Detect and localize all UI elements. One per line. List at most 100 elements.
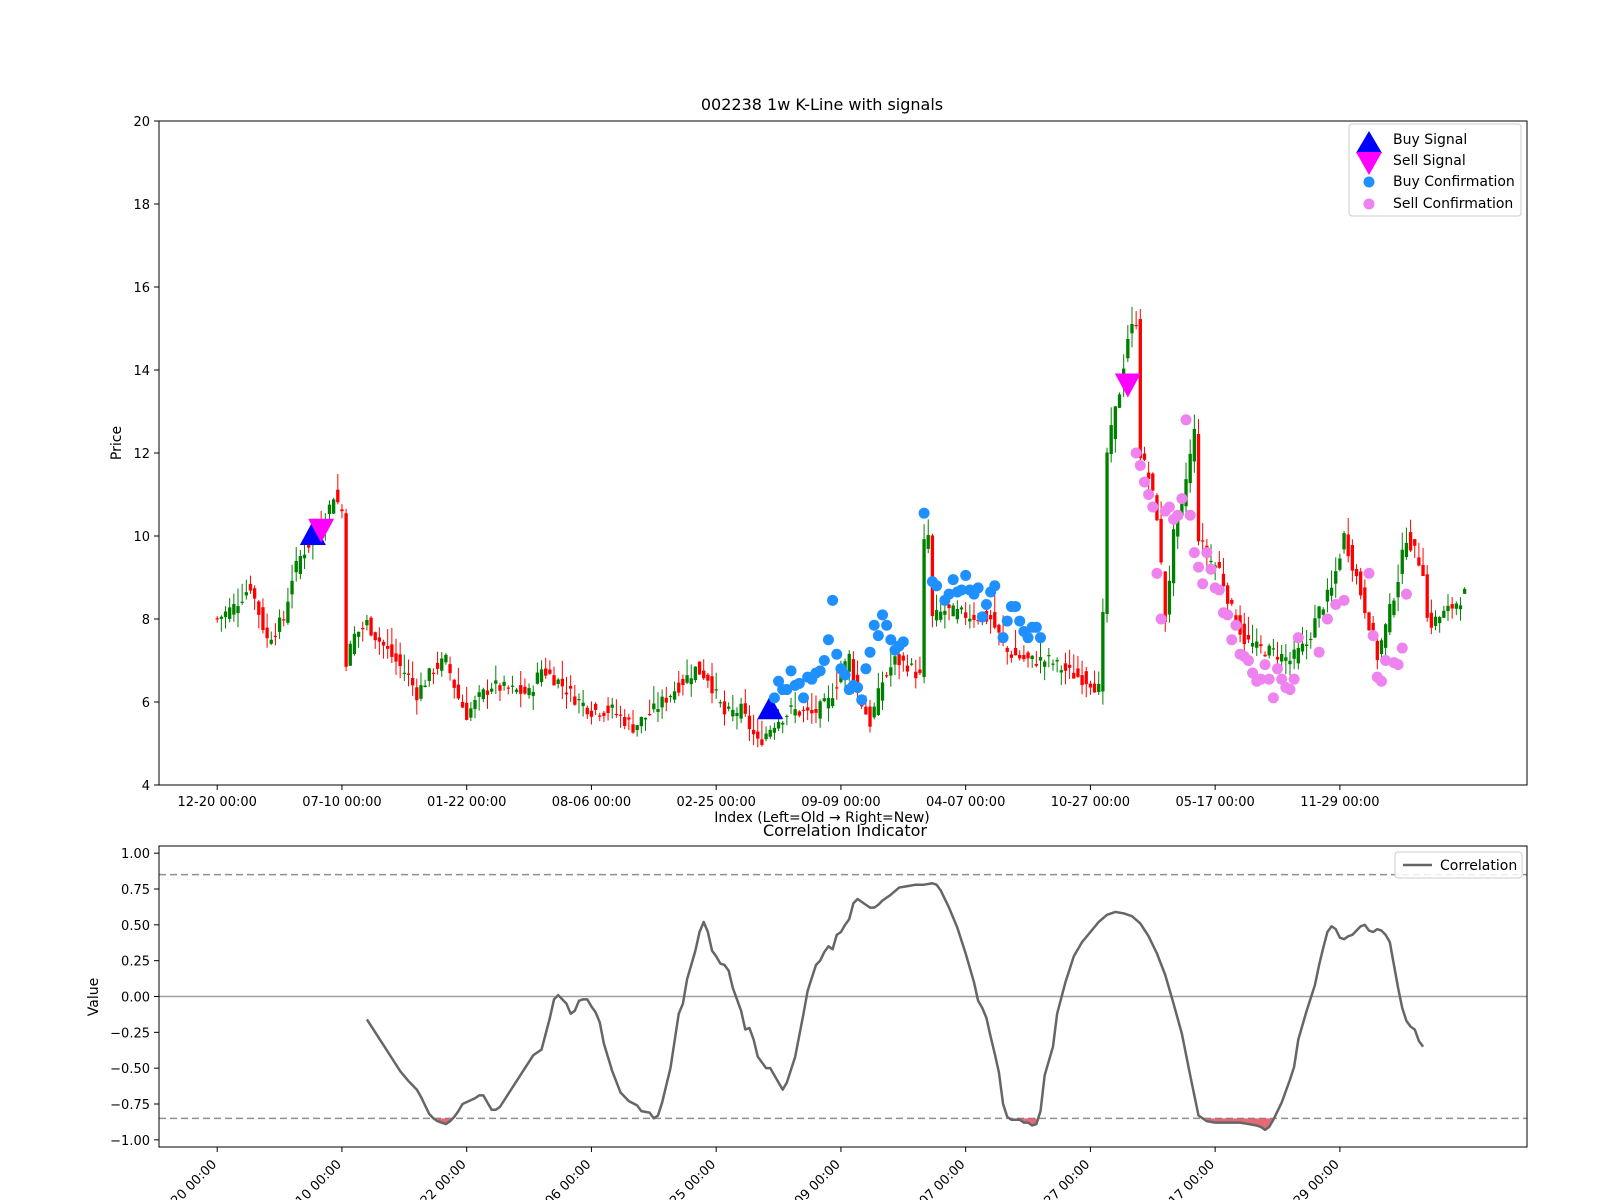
candle-body <box>489 688 494 692</box>
sell-confirmation-point <box>1259 659 1271 671</box>
candle-body <box>560 678 564 687</box>
candle-body <box>997 624 1001 633</box>
sell-confirmation-point <box>1375 675 1387 687</box>
candle-body <box>947 604 951 609</box>
candle-body <box>797 711 802 716</box>
candle-body <box>219 616 224 619</box>
candle-body <box>884 675 889 677</box>
candle-body <box>1271 648 1276 650</box>
candle-body <box>1067 664 1072 668</box>
candle-body <box>901 655 905 661</box>
candle-body <box>647 714 652 716</box>
kline-y-tick-label: 18 <box>133 198 150 213</box>
candle-body <box>639 716 643 727</box>
candle-body <box>905 665 910 672</box>
candle-body <box>265 627 269 639</box>
candle-body <box>914 671 918 679</box>
candle-body <box>527 688 531 696</box>
candle-body <box>718 702 723 704</box>
buy-confirmation-point <box>1010 601 1022 613</box>
legend-correlation-label: Correlation <box>1440 858 1517 874</box>
candle-body <box>277 617 282 632</box>
candle-body <box>502 681 506 686</box>
candle-body <box>1346 534 1350 557</box>
sell-confirmation-point <box>1193 561 1205 573</box>
sell-confirmation-point <box>1147 501 1159 513</box>
candle-body <box>1321 609 1325 615</box>
candle-body <box>993 612 997 628</box>
candle-body <box>602 712 606 716</box>
kline-x-tick-label: 12-20 00:00 <box>178 795 257 810</box>
candle-body <box>1209 560 1213 563</box>
kline-x-tick-label: 04-07 00:00 <box>926 795 1005 810</box>
candle-body <box>660 696 664 708</box>
buy-confirmation-point <box>868 619 880 631</box>
candle-body <box>822 698 826 702</box>
buy-confirmation-point <box>1001 615 1013 627</box>
candle-body <box>968 618 972 622</box>
candle-body <box>1359 571 1363 596</box>
candle-body <box>1072 672 1076 679</box>
candle-body <box>681 678 685 686</box>
buy-confirmation-point <box>980 598 992 610</box>
candle-body <box>402 672 406 674</box>
buy-confirmation-point <box>931 580 943 592</box>
candle-body <box>818 701 822 719</box>
candle-body <box>751 729 756 735</box>
candle-body <box>406 673 411 675</box>
sell-confirmation-point <box>1272 663 1284 675</box>
candle-body <box>1151 473 1155 491</box>
correlation-y-tick-label: −0.25 <box>110 1026 150 1041</box>
sell-confirmation-point <box>1288 673 1300 685</box>
candle-body <box>951 605 955 617</box>
candle-body <box>1246 634 1251 640</box>
candle-body <box>381 641 386 646</box>
buy-confirmation-point <box>976 611 988 623</box>
kline-x-tick-label: 07-10 00:00 <box>302 795 381 810</box>
buy-confirmation-point <box>852 681 864 693</box>
candle-body <box>589 710 594 717</box>
candle-body <box>1429 612 1434 628</box>
candle-body <box>897 654 901 666</box>
sell-confirmation-point <box>1151 567 1163 579</box>
candle-body <box>918 669 922 674</box>
candle-body <box>1363 587 1367 613</box>
candle-body <box>423 685 427 688</box>
candle-body <box>440 658 444 671</box>
buy-confirmation-point <box>897 636 909 648</box>
candle-body <box>1013 647 1018 656</box>
candle-body <box>506 687 510 689</box>
candle-body <box>593 703 598 710</box>
buy-confirmation-point <box>1022 632 1034 644</box>
buy-confirmation-point <box>1035 632 1047 644</box>
candle-body <box>223 611 228 618</box>
candle-body <box>435 662 440 669</box>
candle-body <box>768 729 772 737</box>
kline-y-tick-label: 14 <box>133 364 150 379</box>
sell-confirmation-point <box>1267 692 1279 704</box>
candle-body <box>581 702 585 707</box>
candle-body <box>1421 564 1425 577</box>
candle-body <box>1018 654 1022 659</box>
candle-body <box>1138 319 1142 459</box>
candle-body <box>261 607 265 631</box>
buy-confirmation-point <box>785 665 797 677</box>
buy-confirmation-point <box>860 663 872 675</box>
candle-body <box>1097 683 1101 692</box>
sell-confirmation-point <box>1172 509 1184 521</box>
candle-body <box>1292 649 1296 659</box>
candle-body <box>531 691 535 696</box>
buy-confirmation-point <box>814 665 826 677</box>
candle-body <box>1217 562 1221 568</box>
correlation-y-tick-label: 0.25 <box>121 955 150 970</box>
candle-body <box>868 706 872 727</box>
candle-body <box>926 535 930 549</box>
candle-body <box>1022 654 1026 660</box>
sell-confirmation-point <box>1222 609 1234 621</box>
candle-body <box>1080 675 1084 686</box>
chart-figure: 002238 1w K-Line with signals Price Inde… <box>0 0 1600 1204</box>
sell-confirmation-point <box>1396 642 1408 654</box>
candle-body <box>390 644 394 657</box>
kline-y-tick-label: 4 <box>142 779 150 794</box>
candle-body <box>627 717 631 720</box>
